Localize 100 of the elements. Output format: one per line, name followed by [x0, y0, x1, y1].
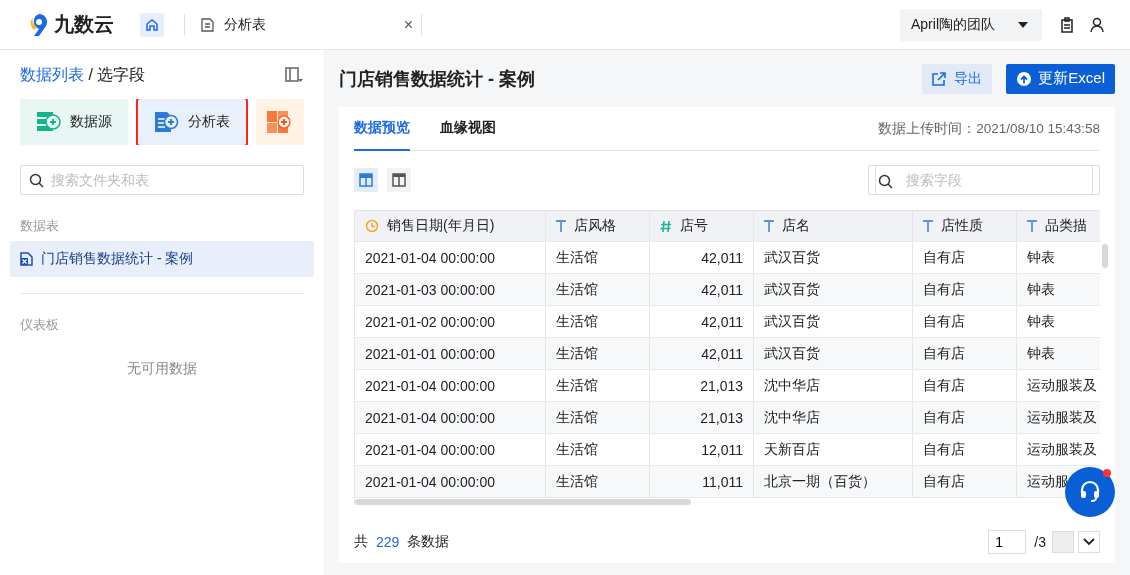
table-cell: 北京一期（百货）: [764, 472, 876, 491]
table-cell: 生活馆: [556, 280, 598, 299]
table-cell: 生活馆: [556, 312, 598, 331]
table-cell: 生活馆: [556, 408, 598, 427]
table-cell: 武汉百货: [764, 312, 820, 331]
table-cell: 自有店: [923, 280, 965, 299]
upload-icon: [1016, 70, 1033, 87]
table-cell: 生活馆: [556, 248, 598, 267]
sheet-add-icon: [154, 111, 179, 133]
table-cell: 沈中华店: [764, 408, 820, 427]
clock-icon: [365, 219, 379, 233]
logo-icon: [28, 11, 50, 38]
column-header[interactable]: 销售日期(年月日): [355, 211, 546, 241]
analysis-table-tile[interactable]: 分析表: [138, 99, 246, 145]
table-cell: 自有店: [923, 248, 965, 267]
table-cell: 2021-01-04 00:00:00: [365, 409, 495, 426]
table-cell: 2021-01-04 00:00:00: [365, 377, 495, 394]
excel-file-icon: [20, 252, 33, 266]
home-tab[interactable]: [140, 12, 164, 37]
section-title: 数据表: [20, 217, 60, 235]
search-icon: [878, 173, 893, 189]
text-type-icon: [923, 220, 933, 232]
table-cell: 钟表: [1027, 248, 1055, 267]
empty-message: 无可用数据: [126, 360, 198, 378]
document-tab[interactable]: 分析表 ×: [184, 13, 422, 36]
table-cell: 天新百店: [764, 440, 820, 459]
table-cell: 11,011: [702, 473, 743, 490]
table-cell: 运动服装及: [1027, 376, 1097, 395]
table-cell: 2021-01-02 00:00:00: [365, 313, 495, 330]
table-cell: 生活馆: [556, 440, 598, 459]
table-cell: 沈中华店: [764, 376, 820, 395]
caret-icon: [1018, 21, 1028, 28]
scrollbar[interactable]: [1102, 244, 1108, 268]
dashboard-tile[interactable]: [256, 99, 304, 145]
column-header[interactable]: 店性质: [913, 211, 1017, 241]
logo-text: 九数云: [54, 12, 114, 37]
sidebar-item[interactable]: 门店销售数据统计 - 案例: [10, 241, 314, 277]
chevron-down-icon: [1083, 538, 1095, 546]
table-cell: 2021-01-04 00:00:00: [365, 249, 495, 266]
table-layout-icon: [359, 172, 373, 187]
breadcrumb-link[interactable]: 数据列表: [20, 64, 84, 86]
table-cell: 2021-01-03 00:00:00: [365, 281, 495, 298]
field-search[interactable]: 搜索字段: [875, 164, 1093, 195]
page-count: /3: [1034, 534, 1046, 550]
table-view-button[interactable]: [354, 167, 378, 192]
table-cell: 21,013: [700, 377, 743, 394]
clipboard-icon[interactable]: [1060, 16, 1074, 33]
table-cell: 12,011: [701, 441, 743, 458]
table-cell: 武汉百货: [764, 248, 820, 267]
tab[interactable]: 数据预览: [354, 107, 410, 151]
export-button[interactable]: 导出: [922, 63, 993, 94]
user-icon[interactable]: [1090, 16, 1104, 33]
table-cell: 自有店: [923, 312, 965, 331]
section-title: 仪表板: [20, 316, 60, 334]
table-cell: 自有店: [923, 408, 965, 427]
tab[interactable]: 血缘视图: [440, 107, 496, 151]
data-source-tile[interactable]: 数据源: [20, 99, 128, 145]
scrollbar[interactable]: [355, 499, 691, 505]
table-cell: 自有店: [923, 472, 965, 491]
page-input[interactable]: 1: [988, 530, 1027, 554]
total-count: 229: [376, 534, 400, 550]
breadcrumb-current: / 选字段: [87, 64, 146, 85]
page-dropdown-button[interactable]: [1078, 531, 1100, 553]
table-cell: 42,011: [701, 281, 743, 298]
column-header[interactable]: 品类描: [1017, 211, 1099, 241]
external-link-icon: [932, 71, 947, 86]
search-icon: [29, 173, 44, 188]
upload-time: 数据上传时间：2021/08/10 15:43:58: [878, 119, 1100, 138]
dashboard-add-icon: [267, 110, 293, 134]
document-icon: [201, 17, 214, 32]
database-add-icon: [36, 111, 61, 133]
table-cell: 钟表: [1027, 312, 1055, 331]
table-cell: 自有店: [923, 344, 965, 363]
column-header[interactable]: 店名: [754, 211, 913, 241]
table-cell: 生活馆: [556, 472, 598, 491]
close-icon[interactable]: ×: [403, 15, 413, 34]
notification-dot: [1103, 469, 1111, 477]
table-cell: 42,011: [701, 345, 743, 362]
split-view-button[interactable]: [387, 167, 411, 192]
table-cell: 2021-01-04 00:00:00: [365, 441, 495, 458]
table-cell: 42,011: [701, 313, 743, 330]
total-label: 共: [354, 533, 368, 551]
team-dropdown[interactable]: April陶的团队: [900, 8, 1042, 41]
table-cell: 21,013: [700, 409, 743, 426]
table-cell: 自有店: [923, 376, 965, 395]
table-cell: 生活馆: [556, 344, 598, 363]
update-excel-button[interactable]: 更新Excel: [1006, 63, 1115, 94]
table-cell: 2021-01-01 00:00:00: [365, 345, 495, 362]
column-header[interactable]: 店风格: [546, 211, 650, 241]
text-type-icon: [1027, 220, 1037, 232]
table-cell: 42,011: [701, 249, 743, 266]
column-header[interactable]: 店号: [650, 211, 754, 241]
text-type-icon: [556, 220, 566, 232]
home-icon: [145, 17, 159, 32]
table-cell: 自有店: [923, 440, 965, 459]
page-title: 门店销售数据统计 - 案例: [339, 67, 535, 91]
search-field[interactable]: 搜索文件夹和表: [20, 165, 304, 195]
table-cell: 运动服装及: [1027, 408, 1097, 427]
text-type-icon: [764, 220, 774, 232]
panel-icon[interactable]: [284, 66, 304, 84]
